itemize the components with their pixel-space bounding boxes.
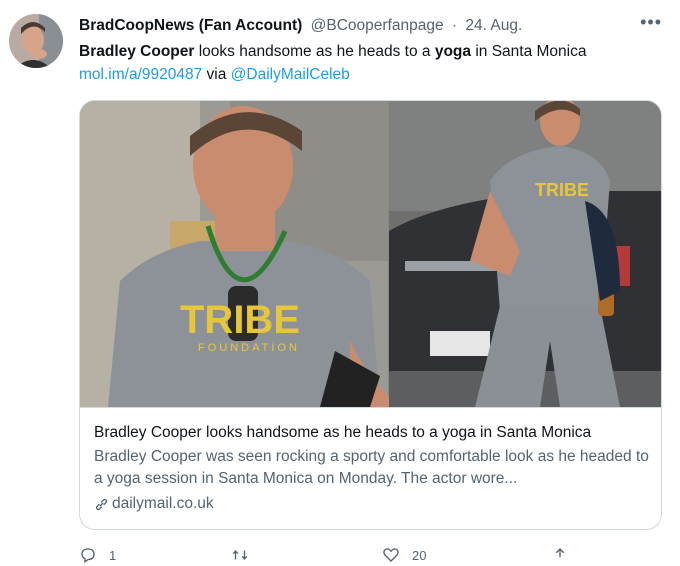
- card-domain: dailymail.co.uk: [94, 493, 649, 515]
- separator-dot: ·: [451, 17, 458, 34]
- link-icon: [95, 498, 108, 510]
- ellipsis-icon[interactable]: •••: [640, 12, 662, 33]
- like-button[interactable]: 20: [382, 546, 426, 564]
- tweet-text: Bradley Cooper looks handsome as he head…: [79, 40, 660, 86]
- retweet-button[interactable]: [231, 546, 261, 564]
- avatar-image: [9, 14, 63, 68]
- retweet-icon: [232, 549, 248, 561]
- mention-link[interactable]: @DailyMailCeleb: [231, 66, 350, 83]
- user-handle[interactable]: @BCooperfanpage: [311, 17, 444, 34]
- card-title: Bradley Cooper looks handsome as he head…: [94, 424, 592, 441]
- reply-count: 1: [109, 547, 117, 563]
- tweet-text-bold-keyword: yoga: [434, 43, 472, 60]
- avatar[interactable]: [9, 14, 63, 68]
- heart-icon: [383, 548, 399, 562]
- article-link[interactable]: mol.im/a/9920487: [79, 66, 202, 83]
- display-name[interactable]: BradCoopNews (Fan Account): [79, 17, 302, 34]
- card-body: Bradley Cooper looks handsome as he head…: [80, 407, 661, 529]
- tweet-actions: 1 20: [79, 546, 599, 566]
- svg-text:FOUNDATION: FOUNDATION: [198, 342, 300, 354]
- tweet-header: BradCoopNews (Fan Account) @BCooperfanpa…: [79, 16, 660, 36]
- reply-icon: [81, 548, 95, 564]
- link-preview-card[interactable]: TRIBE FOUNDATION TRIBE Bradley Cooper lo…: [79, 100, 662, 530]
- tweet-text-segment: in Santa Monica: [471, 43, 587, 60]
- svg-text:TRIBE: TRIBE: [535, 180, 589, 200]
- share-icon: [555, 548, 565, 558]
- card-domain-text: dailymail.co.uk: [112, 495, 214, 512]
- tweet-date[interactable]: 24. Aug.: [465, 17, 522, 34]
- tweet-text-bold-name: Bradley Cooper: [79, 43, 195, 60]
- share-button[interactable]: [551, 546, 581, 564]
- tweet-text-segment: looks handsome as he heads to a: [194, 43, 435, 60]
- reply-button[interactable]: 1: [79, 546, 116, 564]
- like-count: 20: [412, 547, 427, 563]
- card-shirt-text: TRIBE: [180, 298, 300, 342]
- via-text: via: [202, 66, 231, 83]
- card-image: TRIBE FOUNDATION TRIBE: [80, 101, 661, 407]
- card-description: Bradley Cooper was seen rocking a sporty…: [94, 448, 649, 487]
